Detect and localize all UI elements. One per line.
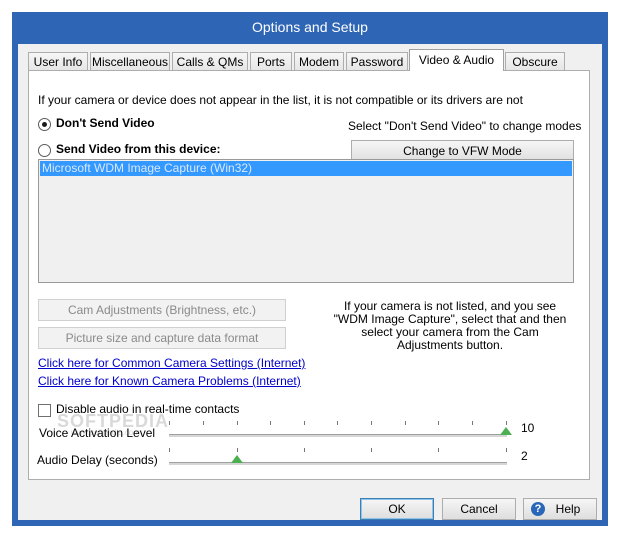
window-title: Options and Setup — [252, 19, 368, 35]
dont-send-video-label[interactable]: Don't Send Video — [56, 116, 155, 130]
slider-tick — [472, 421, 473, 425]
mode-hint: Select "Don't Send Video" to change mode… — [348, 119, 582, 133]
picture-size-button[interactable]: Picture size and capture data format — [38, 327, 286, 349]
slider-tick — [438, 421, 439, 425]
slider-tick — [405, 421, 406, 425]
send-video-label[interactable]: Send Video from this device: — [56, 142, 220, 156]
slider-tick — [506, 448, 507, 452]
ok-button[interactable]: OK — [360, 498, 434, 520]
disable-audio-label[interactable]: Disable audio in real-time contacts — [56, 402, 239, 416]
tab-password[interactable]: Password — [346, 52, 408, 70]
slider-tick — [304, 448, 305, 452]
help-button-label: Help — [555, 502, 581, 516]
known-camera-problems-link[interactable]: Click here for Known Camera Problems (In… — [38, 374, 301, 388]
slider-thumb[interactable] — [231, 455, 243, 463]
audio-delay-label: Audio Delay (seconds) — [37, 453, 158, 467]
slider-thumb[interactable] — [500, 427, 512, 435]
tab-modem[interactable]: Modem — [294, 52, 344, 70]
tab-user-info[interactable]: User Info — [28, 52, 88, 70]
slider-tick — [304, 421, 305, 425]
video-audio-panel: If your camera or device does not appear… — [28, 70, 590, 480]
help-icon: ? — [531, 502, 545, 516]
tab-ports[interactable]: Ports — [250, 52, 292, 70]
slider-tick — [237, 448, 238, 452]
tab-miscellaneous[interactable]: Miscellaneous — [90, 52, 170, 70]
dont-send-video-radio[interactable] — [38, 118, 51, 131]
cancel-button[interactable]: Cancel — [442, 498, 516, 520]
slider-tick — [169, 448, 170, 452]
disable-audio-checkbox[interactable] — [38, 404, 51, 417]
slider-tick — [203, 421, 204, 425]
slider-tick — [237, 421, 238, 425]
help-button[interactable]: ? Help — [523, 498, 597, 520]
dialog-client: User Info Miscellaneous Calls & QMs Port… — [18, 44, 602, 520]
slider-tick — [169, 421, 170, 425]
options-window: Options and Setup User Info Miscellaneou… — [12, 12, 608, 526]
send-video-radio[interactable] — [38, 144, 51, 157]
device-list-item[interactable]: Microsoft WDM Image Capture (Win32) — [40, 161, 572, 176]
wdm-note: If your camera is not listed, and you se… — [333, 299, 567, 352]
tab-obscure[interactable]: Obscure — [505, 52, 565, 70]
voice-activation-value: 10 — [521, 421, 535, 435]
slider-tick — [371, 421, 372, 425]
tab-video-audio[interactable]: Video & Audio — [409, 49, 504, 71]
slider-track[interactable] — [169, 434, 507, 437]
slider-tick — [270, 421, 271, 425]
compatibility-info: If your camera or device does not appear… — [38, 93, 523, 107]
slider-tick — [337, 421, 338, 425]
device-list[interactable]: Microsoft WDM Image Capture (Win32) — [38, 159, 574, 283]
slider-tick — [506, 421, 507, 425]
slider-tick — [438, 448, 439, 452]
common-camera-settings-link[interactable]: Click here for Common Camera Settings (I… — [38, 356, 305, 370]
tab-calls-qms[interactable]: Calls & QMs — [172, 52, 248, 70]
slider-track[interactable] — [169, 462, 507, 465]
cam-adjustments-button[interactable]: Cam Adjustments (Brightness, etc.) — [38, 299, 286, 321]
voice-activation-label: Voice Activation Level — [39, 426, 156, 440]
slider-tick — [371, 448, 372, 452]
audio-delay-value: 2 — [521, 449, 528, 463]
